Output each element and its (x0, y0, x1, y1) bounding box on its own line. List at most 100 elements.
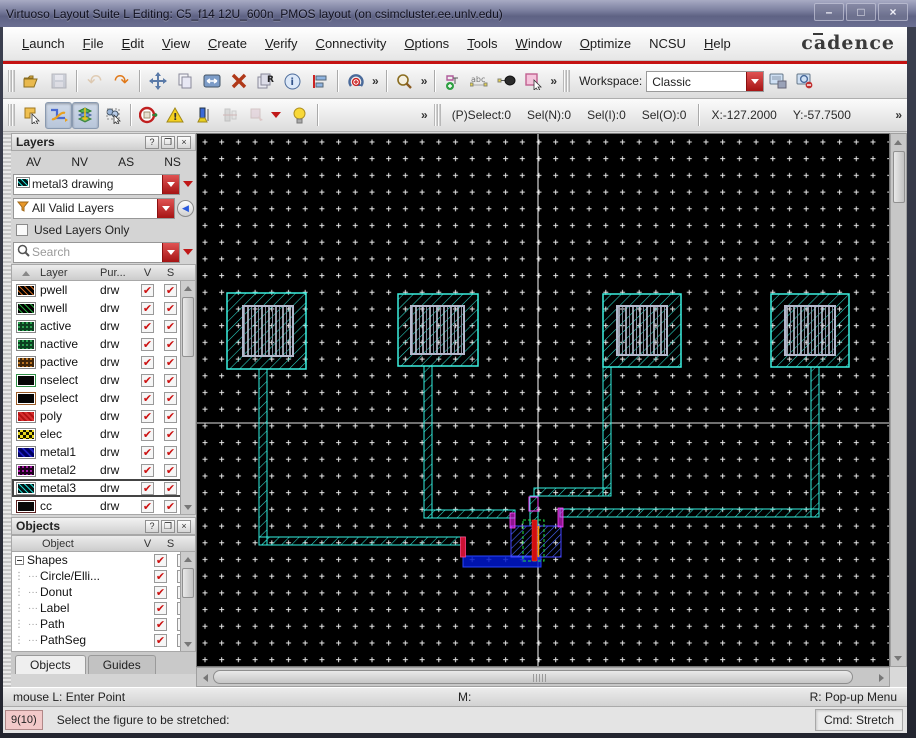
visible-checkbox[interactable]: ✔ (141, 320, 154, 333)
none-visible-button[interactable]: NV (65, 153, 94, 171)
tree-row-circle[interactable]: ⋮···Circle/Elli...✔✔ (12, 568, 195, 584)
collapse-panel-button[interactable]: ◀ (177, 199, 194, 217)
more-tools-icon[interactable]: » (418, 108, 431, 122)
tree-row-donut[interactable]: ⋮···Donut✔✔ (12, 584, 195, 600)
layout-canvas[interactable] (196, 133, 890, 667)
visible-checkbox[interactable]: ✔ (154, 634, 167, 647)
layer-swatch[interactable] (16, 355, 36, 369)
zoom-button[interactable] (391, 68, 418, 95)
info-button[interactable]: i (279, 68, 306, 95)
layer-swatch[interactable] (16, 499, 36, 513)
selectable-checkbox[interactable]: ✔ (164, 302, 177, 315)
objects-close-button[interactable]: × (177, 519, 191, 533)
group-button[interactable] (243, 102, 270, 129)
layer-search-menu-icon[interactable] (182, 249, 194, 255)
save-workspace-button[interactable] (764, 68, 791, 95)
via-stack-left[interactable] (460, 536, 466, 558)
menu-help[interactable]: Help (695, 32, 740, 55)
layer-row-metal3[interactable]: metal3 drw ✔ ✔ (12, 479, 195, 497)
objects-scrollbar[interactable] (180, 552, 195, 651)
close-button[interactable]: × (878, 3, 908, 21)
layer-row-pactive[interactable]: pactive drw ✔ ✔ (12, 353, 195, 371)
visible-checkbox[interactable]: ✔ (141, 446, 154, 459)
none-selectable-button[interactable]: NS (158, 153, 187, 171)
menu-optimize[interactable]: Optimize (571, 32, 640, 55)
group-dropdown-icon[interactable] (270, 112, 282, 118)
all-visible-button[interactable]: AV (20, 153, 47, 171)
vscroll-thumb[interactable] (893, 151, 905, 203)
menu-window[interactable]: Window (507, 32, 571, 55)
layer-row-metal1[interactable]: metal1 drw ✔ ✔ (12, 443, 195, 461)
delete-workspace-button[interactable] (791, 68, 818, 95)
layer-col-header[interactable]: Layer (40, 267, 100, 279)
more-zoom-icon[interactable]: » (418, 74, 431, 88)
partial-select-button[interactable] (18, 102, 45, 129)
properties-button[interactable]: R (252, 68, 279, 95)
layer-swatch[interactable] (16, 319, 36, 333)
save-button[interactable] (45, 68, 72, 95)
visible-checkbox[interactable]: ✔ (154, 602, 167, 615)
tree-row-shapes[interactable]: Shapes✔✔ (12, 552, 195, 568)
align-button[interactable] (306, 68, 333, 95)
layer-row-active[interactable]: active drw ✔ ✔ (12, 317, 195, 335)
menu-tools[interactable]: Tools (458, 32, 506, 55)
visible-col-header[interactable]: V (136, 267, 159, 279)
dock-handle[interactable] (3, 133, 11, 687)
visible-checkbox[interactable]: ✔ (154, 618, 167, 631)
hscroll-thumb[interactable] (213, 670, 853, 684)
layer-swatch[interactable] (16, 445, 36, 459)
mirror-button[interactable] (216, 102, 243, 129)
bond-pad-3[interactable] (602, 293, 682, 368)
workspace-combo[interactable]: Classic (646, 70, 765, 92)
toolbar-grip[interactable] (8, 70, 15, 92)
more-edit-icon[interactable]: » (369, 74, 382, 88)
select-region-button[interactable] (520, 68, 547, 95)
layer-row-poly[interactable]: poly drw ✔ ✔ (12, 407, 195, 425)
selectable-checkbox[interactable]: ✔ (164, 428, 177, 441)
group-select-button[interactable] (99, 102, 126, 129)
tab-guides[interactable]: Guides (87, 655, 156, 674)
layer-row-metal2[interactable]: metal2 drw ✔ ✔ (12, 461, 195, 479)
visible-checkbox[interactable]: ✔ (141, 356, 154, 369)
layer-row-nselect[interactable]: nselect drw ✔ ✔ (12, 371, 195, 389)
selectable-checkbox[interactable]: ✔ (164, 374, 177, 387)
objects-float-button[interactable]: ❐ (161, 519, 175, 533)
purpose-col-header[interactable]: Pur... (100, 267, 136, 279)
bond-pad-4[interactable] (770, 293, 850, 368)
toolbar-grip[interactable] (563, 70, 571, 92)
layer-swatch[interactable] (16, 337, 36, 351)
all-selectable-button[interactable]: AS (112, 153, 140, 171)
layer-tap-button[interactable] (72, 101, 99, 129)
selectable-checkbox[interactable]: ✔ (164, 392, 177, 405)
warning-button[interactable]: ! (162, 102, 189, 129)
create-instance-button[interactable] (439, 68, 466, 95)
toolbar-grip[interactable] (8, 104, 15, 126)
command-counter[interactable]: 9(10) (5, 710, 43, 730)
visible-checkbox[interactable]: ✔ (141, 302, 154, 315)
hint-button[interactable] (286, 102, 313, 129)
open-button[interactable] (18, 68, 45, 95)
ruler-button[interactable] (189, 102, 216, 129)
visible-checkbox[interactable]: ✔ (141, 464, 154, 477)
move-button[interactable] (144, 68, 171, 95)
layer-list-scrollbar[interactable] (180, 281, 195, 514)
tab-objects[interactable]: Objects (15, 655, 86, 674)
minimize-button[interactable]: – (814, 3, 844, 21)
tree-row-label[interactable]: ⋮···Label✔✔ (12, 600, 195, 616)
visible-checkbox[interactable]: ✔ (141, 374, 154, 387)
stretch-button[interactable] (198, 68, 225, 95)
selectable-checkbox[interactable]: ✔ (164, 482, 177, 495)
vertical-scrollbar[interactable] (890, 133, 907, 667)
visible-checkbox[interactable]: ✔ (141, 428, 154, 441)
layer-swatch[interactable] (16, 301, 36, 315)
layer-filter-dropdown-icon[interactable] (157, 198, 174, 218)
layer-row-nactive[interactable]: nactive drw ✔ ✔ (12, 335, 195, 353)
delete-button[interactable] (225, 68, 252, 95)
object-selectable-col-header[interactable]: S (159, 538, 182, 550)
layer-row-pwell[interactable]: pwell drw ✔ ✔ (12, 281, 195, 299)
layer-filter-combo[interactable]: All Valid Layers (13, 197, 175, 219)
objects-panel-header[interactable]: Objects ? ❐ × (11, 517, 196, 535)
used-layers-checkbox[interactable] (16, 224, 28, 236)
visible-checkbox[interactable]: ✔ (154, 554, 167, 567)
menu-ncsu[interactable]: NCSU (640, 32, 695, 55)
